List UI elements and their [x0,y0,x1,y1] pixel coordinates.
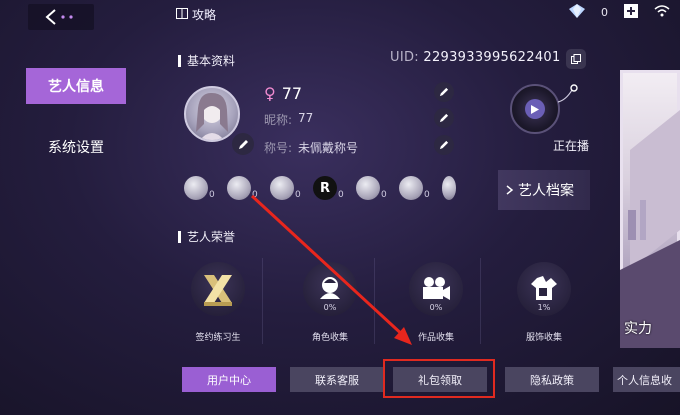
privacy-policy-button[interactable]: 隐私政策 [505,367,599,392]
badge-icon [356,176,380,200]
badge-item[interactable]: R0 [313,176,346,200]
honor-work-collection[interactable]: 0% 作品收集 [404,262,468,343]
badge-icon [442,176,456,200]
divider [374,258,375,344]
edit-nickname-button[interactable] [434,108,454,128]
badge-icon [184,176,208,200]
outfit-icon: 1% [517,262,571,316]
uid-display: UID: 2293933995622401 [390,50,561,65]
chevron-right-icon [506,185,514,195]
honor-label: 角色收集 [311,333,348,343]
honor-label: 作品收集 [417,333,454,343]
back-button[interactable] [28,4,94,30]
highlight-box [383,359,495,398]
honors-title: 艺人荣誉 [187,230,236,244]
level-row: ♀ 77 [264,84,302,103]
avatar[interactable] [184,86,240,142]
user-center-button[interactable]: 用户中心 [182,367,276,392]
honor-percent: 0% [429,303,443,312]
play-icon [525,99,545,119]
avatar-edit-button[interactable] [232,133,254,155]
divider [480,258,481,344]
badge-item[interactable]: 0 [356,176,389,200]
badge-row: 0 0 0 R0 0 0 [184,176,456,200]
nav-system-settings[interactable]: 系统设置 [26,130,126,164]
badge-item[interactable]: 0 [184,176,217,200]
now-playing-label: 正在播 [553,139,590,153]
badge-icon [399,176,423,200]
title-value: 未佩戴称号 [298,141,359,155]
honor-percent: 1% [537,303,551,312]
top-status-bar: 0 [569,4,680,21]
back-arrow-icon [45,9,73,25]
honor-character-collection[interactable]: 0% 角色收集 [298,262,362,343]
personal-info-button[interactable]: 个人信息收 [613,367,680,392]
basic-info-heading: 基本资料 [178,52,235,69]
title-label: 称号: [264,141,293,155]
music-note-icon [557,84,578,103]
x-trophy-icon [191,262,245,316]
pencil-icon [238,139,248,149]
guide-label: 攻略 [192,8,217,22]
badge-count: 0 [209,190,215,200]
pencil-icon [439,113,449,123]
basic-info-title: 基本资料 [187,54,236,68]
badge-count: 0 [252,190,258,200]
gem-icon [569,4,585,21]
badge-icon [227,176,251,200]
level-value: 77 [281,84,303,103]
badge-item[interactable] [442,176,456,200]
pencil-icon [439,87,449,97]
art-caption: 实力 [624,321,652,337]
nickname-value: 77 [298,111,314,125]
badge-count: 0 [381,190,387,200]
copy-uid-button[interactable] [566,49,586,69]
badge-icon: R [313,176,337,200]
gem-count: 0 [601,6,608,19]
badge-count: 0 [338,190,344,200]
character-icon: 0% [303,262,357,316]
honor-contract-trainee[interactable]: 签约练习生 [186,262,250,343]
divider [262,258,263,344]
nickname-label: 昵称: [264,113,293,127]
honor-percent: 0% [323,303,337,312]
edit-level-button[interactable] [434,82,454,102]
uid-value: 2293933995622401 [423,50,561,65]
badge-count: 0 [295,190,301,200]
heading-bar [178,54,181,67]
nav-artist-info[interactable]: 艺人信息 [26,68,126,104]
badge-item[interactable]: 0 [227,176,260,200]
heading-bar [178,230,181,243]
badge-icon [270,176,294,200]
nickname-row: 昵称: 77 [264,111,313,128]
character-art [620,70,680,348]
book-icon [176,7,188,22]
uid-label: UID: [390,50,419,65]
add-icon[interactable] [624,4,638,21]
badge-item[interactable]: 0 [399,176,432,200]
edit-title-button[interactable] [434,135,454,155]
wifi-icon [654,5,670,20]
title-row: 称号: 未佩戴称号 [264,139,358,156]
contact-support-button[interactable]: 联系客服 [290,367,384,392]
badge-item[interactable]: 0 [270,176,303,200]
guide-link[interactable]: 攻略 [176,6,216,23]
pencil-icon [439,140,449,150]
honors-heading: 艺人荣誉 [178,228,235,245]
music-disc-button[interactable] [510,84,560,134]
female-icon: ♀ [264,84,276,103]
honor-label: 服饰收集 [525,333,562,343]
avatar-portrait [196,92,228,140]
artist-profile-label: 艺人档案 [518,183,574,199]
honor-label: 签约练习生 [195,333,241,343]
copy-icon [571,54,581,64]
film-camera-icon: 0% [409,262,463,316]
honor-outfit-collection[interactable]: 1% 服饰收集 [512,262,576,343]
badge-count: 0 [424,190,430,200]
artist-profile-button[interactable]: 艺人档案 [498,170,590,210]
